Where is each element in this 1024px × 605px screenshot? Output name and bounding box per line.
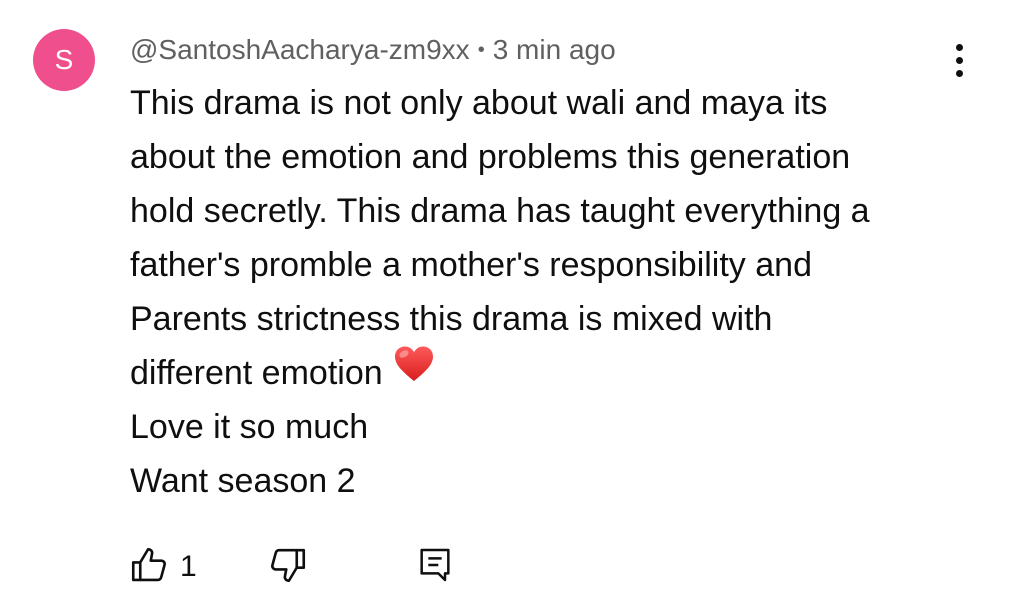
like-button[interactable]: 1 [128,545,197,589]
comment-line: Love it so much [130,408,369,446]
thumbs-down-icon [267,544,309,591]
comment-avatar[interactable]: S [33,29,95,91]
comment-header: @SantoshAacharya-zm9xx • 3 min ago [130,30,616,70]
red-heart-emoji-icon [393,345,435,399]
comment-line: father's promble a mother's responsibili… [130,246,812,284]
comment-text: This drama is not only about wali and ma… [130,76,1000,508]
comment-actions: 1 [128,545,455,589]
reply-button[interactable] [415,545,455,589]
thumbs-up-icon [128,544,170,591]
meta-separator: • [477,38,485,61]
comment-line: hold secretly. This drama has taught eve… [130,192,870,230]
comment-line-text: different emotion [130,354,383,392]
comment-reply-icon [415,544,455,591]
like-count: 1 [180,550,197,583]
comment-line: Parents strictness this drama is mixed w… [130,300,773,338]
comment-timestamp[interactable]: 3 min ago [493,34,616,66]
comment-line: Want season 2 [130,462,356,500]
dislike-button[interactable] [267,545,309,589]
comment-line: about the emotion and problems this gene… [130,138,851,176]
comment-author[interactable]: @SantoshAacharya-zm9xx [130,34,470,66]
avatar-letter: S [54,44,74,75]
comment-line-with-emoji: different emotion [130,346,1000,400]
comment-line: This drama is not only about wali and ma… [130,84,828,122]
more-vert-icon [955,43,963,51]
